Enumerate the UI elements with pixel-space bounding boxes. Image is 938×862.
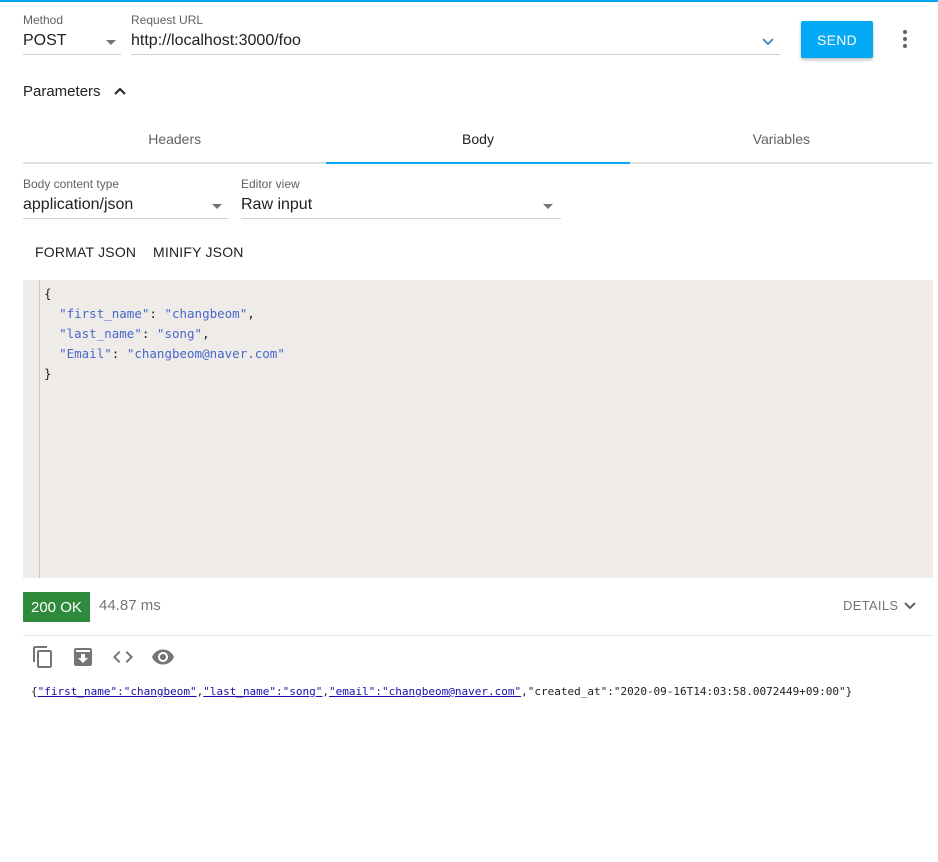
code-key: "first_name" [59,306,150,321]
eye-icon[interactable] [151,645,175,669]
save-icon[interactable] [71,645,95,669]
resp-brace: { [31,685,38,698]
top-accent-line [0,0,938,2]
code-comma: , [202,326,210,341]
resp-rest: ,"created_at":"2020-09-16T14:03:58.00724… [521,685,853,698]
minify-json-button[interactable]: MINIFY JSON [153,236,244,268]
code-brace-close: } [44,366,52,381]
tab-variables[interactable]: Variables [630,116,933,162]
parameters-label: Parameters [23,82,101,100]
url-label: Request URL [131,13,204,27]
editor-view-label: Editor view [241,177,300,191]
url-value: http://localhost:3000/foo [131,32,301,49]
content-type-value: application/json [23,196,134,213]
format-json-button[interactable]: FORMAT JSON [35,236,136,268]
method-select[interactable]: POST [23,30,121,55]
content-type-underline [23,218,228,219]
code-brace-open: { [44,286,52,301]
chevron-down-icon [904,601,917,609]
editor-code: { "first_name": "changbeom", "last_name"… [44,286,285,381]
status-badge: 200 OK [23,592,90,622]
details-label: DETAILS [843,598,899,613]
chevron-down-icon [106,40,116,45]
editor-view-value: Raw input [241,196,313,213]
body-editor[interactable]: { "first_name": "changbeom", "last_name"… [23,280,933,578]
response-body: {"first_name":"changbeom","last_name":"s… [31,685,852,698]
resp-link-first-name[interactable]: "first_name":"changbeom" [38,685,197,698]
chevron-down-icon [212,204,222,209]
content-type-label: Body content type [23,177,120,191]
parameters-toggle[interactable]: Parameters [23,80,127,102]
response-divider [23,635,933,636]
details-toggle[interactable]: DETAILS [843,598,917,613]
resp-link-email[interactable]: "email":"changbeom@naver.com" [329,685,521,698]
code-icon[interactable] [111,645,135,669]
code-value: "changbeom" [164,306,248,321]
url-underline [131,54,780,55]
chevron-up-icon [113,87,126,95]
code-key: "last_name" [59,326,142,341]
copy-icon[interactable] [31,645,55,669]
code-comma: , [247,306,255,321]
tab-headers[interactable]: Headers [23,116,326,162]
editor-view-select[interactable]: Raw input [241,194,561,219]
editor-view-underline [241,218,561,219]
chevron-down-icon [543,204,553,209]
parameters-tabs: Headers Body Variables [23,116,933,164]
more-vert-icon[interactable] [896,28,914,50]
send-button[interactable]: SEND [801,21,873,58]
code-key: "Email" [59,346,112,361]
method-value: POST [23,32,67,49]
code-value: "changbeom@naver.com" [126,346,285,361]
code-value: "song" [156,326,203,341]
method-label: Method [23,13,64,27]
content-type-select[interactable]: application/json [23,194,228,219]
resp-link-last-name[interactable]: "last_name":"song" [203,685,322,698]
url-input[interactable]: http://localhost:3000/foo [131,30,780,55]
tab-body[interactable]: Body [326,116,630,164]
response-time: 44.87 ms [99,597,161,614]
chevron-down-icon[interactable] [761,35,775,49]
method-underline [23,54,121,55]
editor-gutter [23,280,40,578]
